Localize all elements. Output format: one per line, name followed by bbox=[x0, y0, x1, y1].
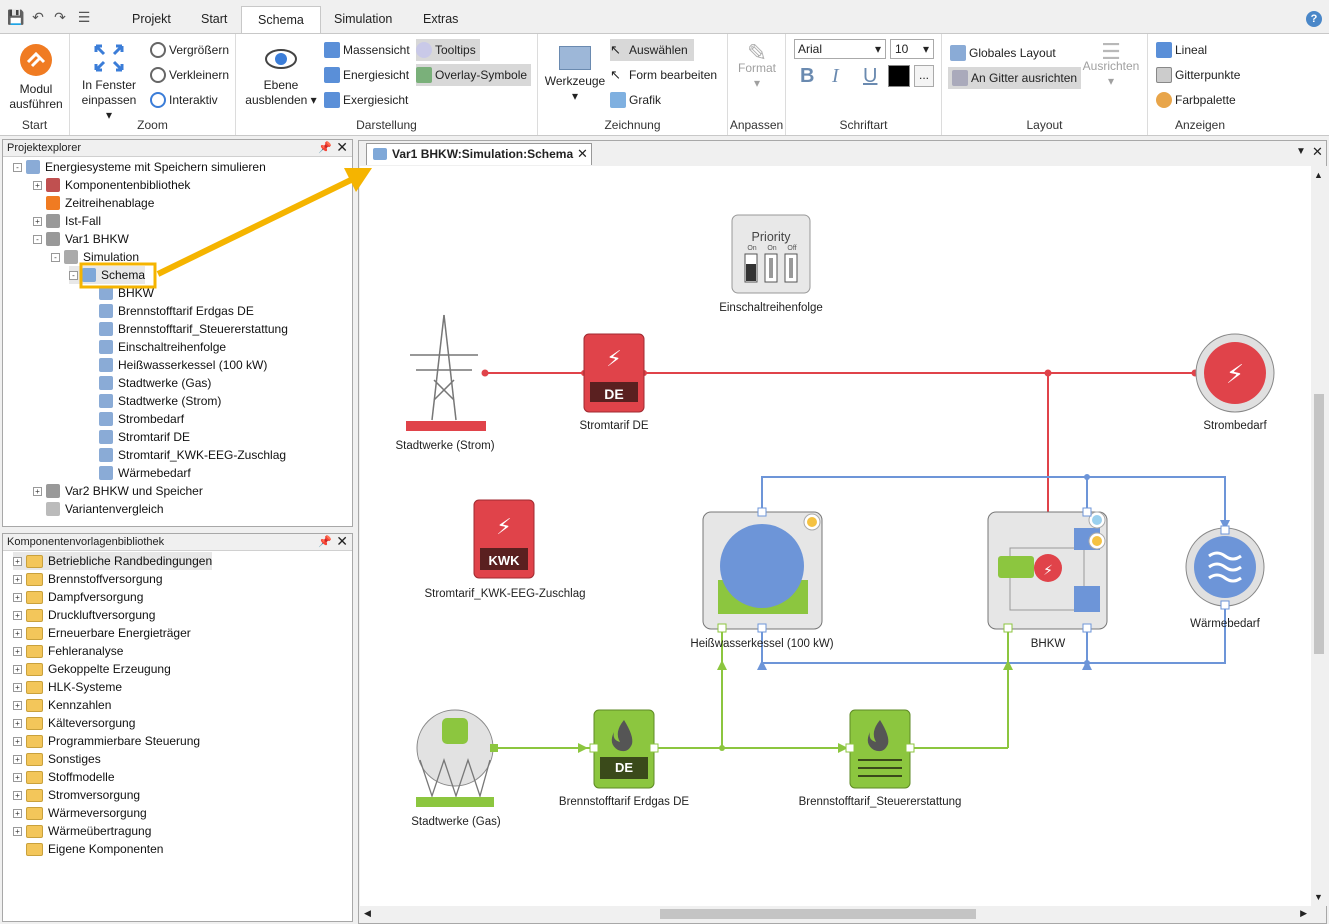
callout-overlay bbox=[79, 168, 372, 289]
application-window: 💾 ↶ ↷ ☰ Projekt Start Schema Simulation … bbox=[0, 0, 1329, 924]
